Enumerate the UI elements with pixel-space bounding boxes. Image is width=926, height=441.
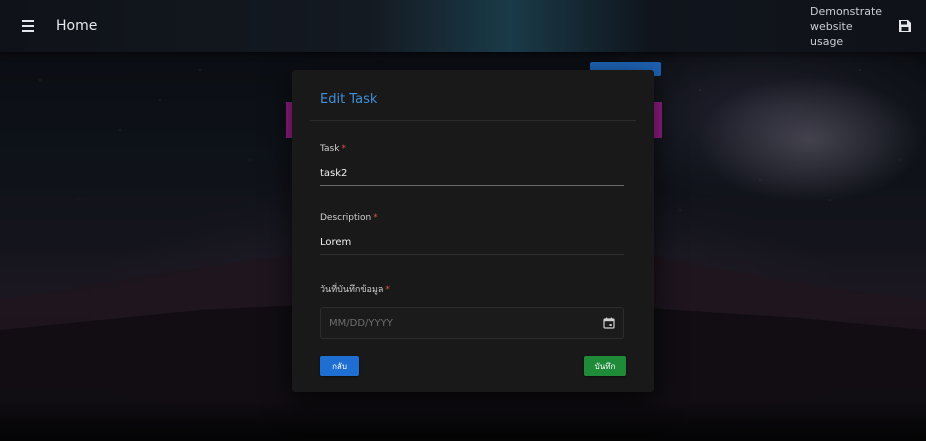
required-mark: * bbox=[373, 213, 378, 223]
edit-task-dialog: Edit Task Task * task2 Description * Lorem… bbox=[292, 70, 654, 392]
task-input[interactable]: task2 bbox=[320, 168, 624, 186]
back-button[interactable]: กลับ bbox=[320, 356, 359, 376]
menu-icon-line bbox=[22, 30, 34, 32]
description-input[interactable]: Lorem bbox=[320, 237, 624, 255]
description-label: Description * bbox=[320, 213, 624, 223]
save-icon[interactable] bbox=[898, 19, 912, 33]
menu-icon[interactable] bbox=[22, 16, 42, 36]
dialog-title: Edit Task bbox=[320, 92, 378, 107]
date-label: วันที่บันทึกข้อมูล * bbox=[320, 282, 624, 296]
page-title: Home bbox=[56, 18, 98, 34]
date-label-text: วันที่บันทึกข้อมูล bbox=[320, 285, 384, 295]
date-field: วันที่บันทึกข้อมูล * MM/DD/YYYY bbox=[320, 282, 624, 339]
description-field: Description * Lorem bbox=[320, 213, 624, 255]
task-label-text: Task bbox=[320, 144, 340, 154]
menu-icon-line bbox=[22, 25, 34, 27]
top-app-bar: Home Demonstrate website usage bbox=[0, 0, 926, 52]
app-bar-actions: Demonstrate website usage bbox=[810, 4, 912, 49]
app-page: Home Demonstrate website usage Edit Task… bbox=[0, 0, 926, 441]
menu-icon-line bbox=[22, 20, 34, 22]
save-button[interactable]: บันทึก bbox=[584, 356, 626, 376]
task-field: Task * task2 bbox=[320, 144, 624, 186]
date-input[interactable]: MM/DD/YYYY bbox=[320, 307, 624, 339]
date-placeholder: MM/DD/YYYY bbox=[329, 317, 393, 329]
background-card-edge-right bbox=[654, 102, 662, 138]
description-label-text: Description bbox=[320, 213, 372, 223]
task-label: Task * bbox=[320, 144, 624, 154]
dialog-divider bbox=[310, 120, 636, 121]
demo-usage-link[interactable]: Demonstrate website usage bbox=[810, 4, 884, 49]
required-mark: * bbox=[341, 144, 346, 154]
required-mark: * bbox=[385, 285, 390, 295]
calendar-icon[interactable] bbox=[603, 317, 615, 329]
